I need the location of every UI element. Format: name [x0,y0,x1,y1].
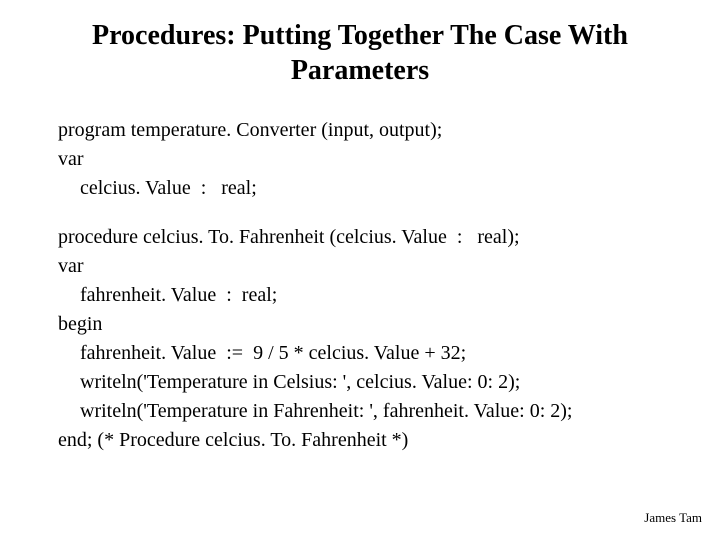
code-line: end; (* Procedure celcius. To. Fahrenhei… [58,426,720,455]
code-line: var [58,145,720,174]
code-line: var [58,252,720,281]
blank-line [58,203,720,223]
code-line: program temperature. Converter (input, o… [58,116,720,145]
code-line: celcius. Value : real; [58,174,720,203]
code-line: fahrenheit. Value : real; [58,281,720,310]
slide-title: Procedures: Putting Together The Case Wi… [0,0,720,88]
code-line: writeln('Temperature in Fahrenheit: ', f… [58,397,720,426]
code-block: program temperature. Converter (input, o… [0,88,720,455]
code-line: fahrenheit. Value := 9 / 5 * celcius. Va… [58,339,720,368]
code-line: procedure celcius. To. Fahrenheit (celci… [58,223,720,252]
footer-author: James Tam [644,510,702,526]
code-line: writeln('Temperature in Celsius: ', celc… [58,368,720,397]
slide: Procedures: Putting Together The Case Wi… [0,0,720,540]
code-line: begin [58,310,720,339]
